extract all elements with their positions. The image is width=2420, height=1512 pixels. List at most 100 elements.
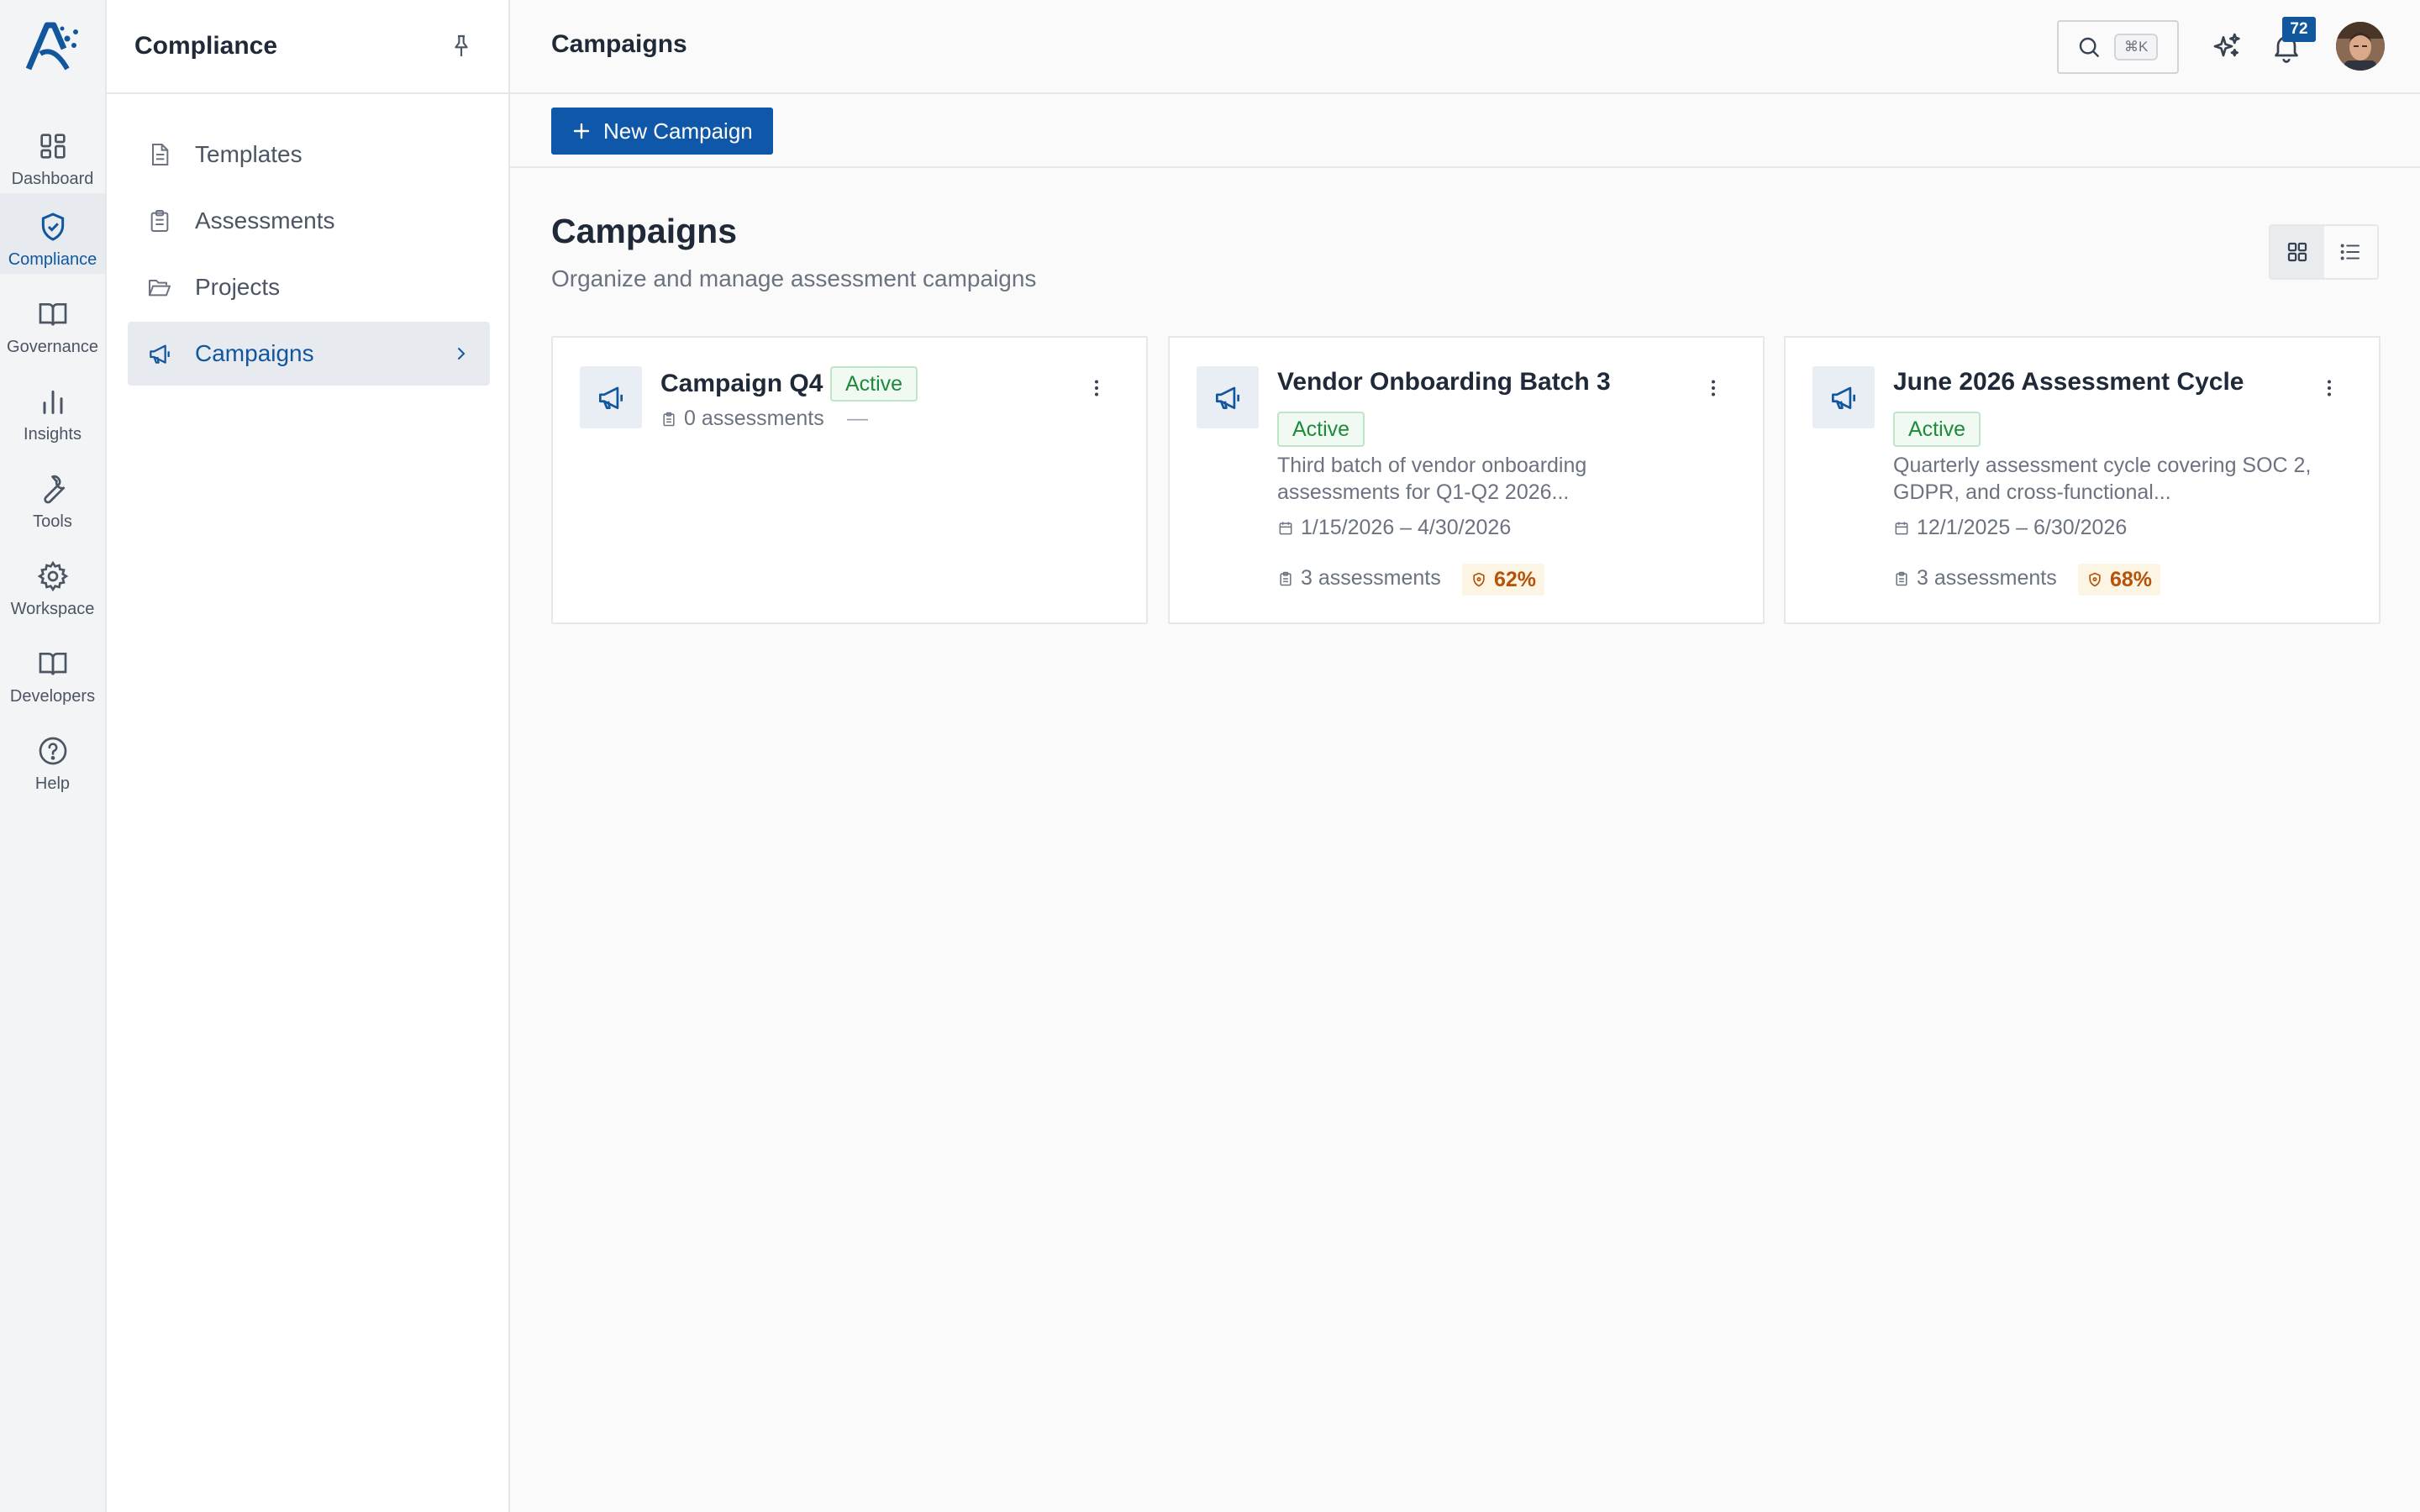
rail-item-workspace[interactable]: Workspace	[0, 543, 105, 623]
campaign-card[interactable]: June 2026 Assessment Cycle Active Quarte…	[1784, 336, 2381, 624]
notification-badge: 72	[2282, 17, 2316, 42]
avatar[interactable]	[2336, 22, 2385, 71]
megaphone-icon	[150, 344, 170, 364]
icon-rail: Dashboard Compliance Governance Insights…	[0, 0, 107, 1512]
sidebar-item-label: Projects	[195, 274, 281, 300]
new-campaign-label: New Campaign	[603, 118, 753, 144]
bar-chart-icon	[43, 390, 62, 414]
sidebar-item-label: Templates	[195, 141, 302, 167]
rail-item-developers[interactable]: Developers	[0, 630, 105, 711]
rail-item-compliance[interactable]: Compliance	[0, 193, 105, 274]
file-text-icon	[152, 144, 169, 165]
calendar-icon	[1895, 522, 1908, 534]
rail-item-insights[interactable]: Insights	[0, 368, 105, 449]
chevron-right-icon	[458, 348, 466, 360]
list-icon	[2340, 244, 2360, 260]
action-bar: New Campaign	[510, 94, 2420, 168]
score-badge: 68%	[2078, 564, 2161, 596]
rail-label: Insights	[24, 425, 82, 444]
campaign-name: June 2026 Assessment Cycle	[1893, 368, 2244, 396]
assessment-count-text: 3 assessments	[1917, 566, 2057, 590]
rail-label: Compliance	[8, 250, 97, 269]
view-toggle	[2269, 224, 2379, 280]
ai-sparkle-icon[interactable]	[2211, 30, 2244, 64]
date-range-text: 1/15/2026 – 4/30/2026	[1301, 516, 1512, 539]
grid-view-button[interactable]	[2270, 226, 2324, 278]
sidebar-header: Compliance	[107, 0, 508, 94]
assessment-count-text: 3 assessments	[1301, 566, 1441, 590]
megaphone-icon	[1197, 366, 1259, 428]
rail-label: Tools	[33, 512, 72, 531]
page-title: Campaigns	[551, 212, 737, 250]
campaign-card[interactable]: Vendor Onboarding Batch 3 Active Third b…	[1168, 336, 1765, 624]
sidebar-item-assessments[interactable]: Assessments	[128, 189, 490, 253]
sidebar-item-campaigns[interactable]: Campaigns	[128, 322, 490, 386]
assessment-count-text: 0 assessments	[684, 407, 824, 430]
megaphone-icon	[580, 366, 642, 428]
search-icon	[2079, 37, 2099, 57]
dashboard-icon	[39, 134, 66, 159]
app-logo-icon[interactable]	[25, 20, 82, 74]
campaign-description: Third batch of vendor onboarding assessm…	[1277, 454, 1587, 504]
page-heading: Campaigns	[551, 30, 687, 58]
campaign-description: Quarterly assessment cycle covering SOC …	[1893, 454, 2312, 504]
page-subtitle: Organize and manage assessment campaigns	[551, 265, 1037, 291]
calendar-icon	[1279, 522, 1292, 534]
folder-open-icon	[149, 280, 171, 297]
plus-icon	[573, 123, 590, 139]
clipboard-icon	[1896, 571, 1907, 585]
assessment-count: 3 assessments	[1277, 566, 1441, 591]
pin-icon[interactable]	[448, 33, 475, 60]
sidebar-item-label: Campaigns	[195, 340, 314, 366]
sidebar-item-projects[interactable]: Projects	[128, 255, 490, 319]
rail-item-governance[interactable]: Governance	[0, 281, 105, 361]
date-range-text: 12/1/2025 – 6/30/2026	[1917, 516, 2128, 539]
score-badge: 62%	[1462, 564, 1545, 596]
megaphone-icon	[1812, 366, 1875, 428]
shortcut-hint: ⌘K	[2114, 34, 2159, 60]
new-campaign-button[interactable]: New Campaign	[551, 108, 773, 155]
sidebar-item-label: Assessments	[195, 207, 335, 234]
campaign-card[interactable]: Campaign Q4 Active 0 assessments —	[551, 336, 1148, 624]
rail-item-tools[interactable]: Tools	[0, 455, 105, 536]
sidebar-title: Compliance	[134, 32, 278, 60]
book-icon	[39, 303, 66, 326]
gear-icon	[37, 560, 68, 592]
more-vertical-icon[interactable]	[2317, 373, 2342, 403]
status-badge: Active	[830, 366, 918, 402]
shield-icon	[1473, 572, 1485, 587]
help-circle-icon	[39, 737, 66, 765]
rail-label: Workspace	[10, 600, 95, 618]
status-badge: Active	[1277, 412, 1365, 447]
rail-item-dashboard[interactable]: Dashboard	[0, 113, 105, 193]
shield-check-icon	[41, 213, 64, 241]
score-placeholder: —	[847, 407, 868, 430]
more-vertical-icon[interactable]	[1701, 373, 1726, 403]
rail-label: Help	[34, 774, 71, 793]
wrench-icon	[43, 475, 65, 504]
rail-label: Developers	[9, 687, 96, 706]
more-vertical-icon[interactable]	[1084, 373, 1109, 403]
list-view-button[interactable]	[2324, 226, 2378, 278]
clipboard-icon	[150, 210, 169, 232]
sidebar-item-templates[interactable]: Templates	[128, 123, 490, 186]
shield-icon	[2089, 572, 2101, 587]
compliance-sidebar: Compliance Templates Assessments Project…	[107, 0, 510, 1512]
rail-label: Governance	[7, 338, 98, 356]
status-badge: Active	[1893, 412, 1981, 447]
top-bar: Campaigns ⌘K 72	[510, 0, 2420, 94]
book-open-icon	[39, 653, 66, 675]
score-value: 68%	[2110, 567, 2153, 591]
grid-icon	[2287, 242, 2307, 262]
rail-item-help[interactable]: Help	[0, 717, 105, 798]
date-range: 1/15/2026 – 4/30/2026	[1277, 516, 1511, 540]
clipboard-icon	[1280, 571, 1292, 585]
campaign-name: Vendor Onboarding Batch 3	[1277, 368, 1611, 396]
rail-label: Dashboard	[11, 170, 94, 188]
score-value: 62%	[1494, 567, 1537, 591]
date-range: 12/1/2025 – 6/30/2026	[1893, 516, 2127, 540]
campaign-name: Campaign Q4	[660, 370, 823, 397]
search-button[interactable]: ⌘K	[2057, 20, 2179, 74]
sidebar-nav: Templates Assessments Projects Campaigns	[107, 94, 508, 386]
assessment-count: 0 assessments	[660, 407, 824, 431]
